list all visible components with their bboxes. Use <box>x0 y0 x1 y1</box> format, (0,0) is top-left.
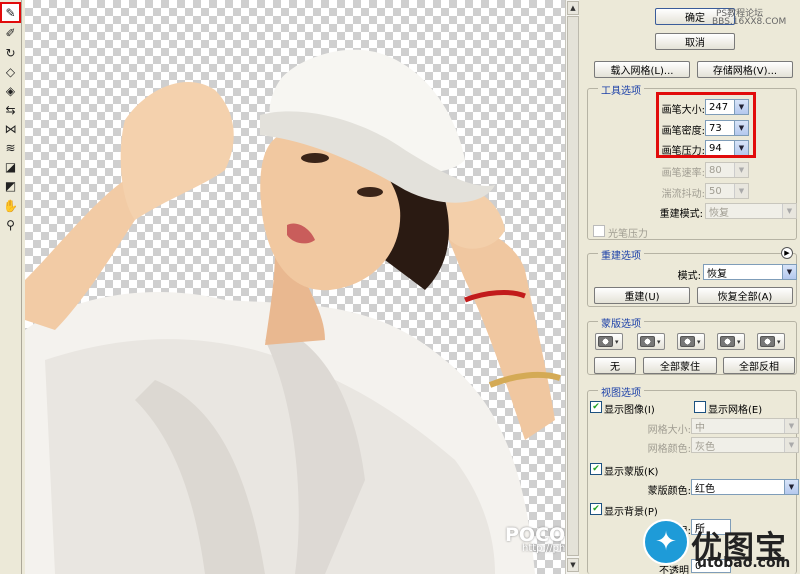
brand-url-watermark: utobao.com <box>697 555 791 571</box>
top-url-watermark: BBS.16XX8.COM <box>712 17 787 27</box>
zoom-tool-icon[interactable]: ⚲ <box>2 216 19 233</box>
chevron-down-icon: ▼ <box>784 419 798 433</box>
pucker-tool-icon[interactable]: ◇ <box>2 63 19 80</box>
turbulence-tool-icon[interactable]: ≋ <box>2 139 19 156</box>
chevron-down-icon[interactable]: ▼ <box>782 265 796 279</box>
show-backdrop-checkbox[interactable]: ✔ <box>590 503 602 515</box>
chevron-down-icon[interactable]: ▼ <box>784 480 798 494</box>
mask-invert-icon[interactable]: ▾ <box>757 333 785 350</box>
load-mesh-button[interactable]: 载入网格(L)... <box>594 61 690 78</box>
show-mesh-checkbox[interactable] <box>694 401 706 413</box>
reconstruct-button[interactable]: 重建(U) <box>594 287 690 304</box>
freeze-mask-tool-icon[interactable]: ◪ <box>2 158 19 175</box>
thaw-mask-tool-icon[interactable]: ◩ <box>2 177 19 194</box>
forward-warp-tool-icon[interactable]: ✎ <box>0 2 21 23</box>
scroll-down-icon[interactable]: ▼ <box>567 558 579 572</box>
chevron-down-icon: ▼ <box>782 204 796 218</box>
show-image-label: 显示图像(I) <box>604 405 655 416</box>
liquify-options-panel: 确定 取消 载入网格(L)... 存储网格(V)... 工具选项 画笔大小: 2… <box>581 0 800 574</box>
stylus-pressure-label: 光笔压力 <box>608 229 648 240</box>
mask-color-select[interactable]: 红色 ▼ <box>691 479 799 495</box>
show-mask-checkbox[interactable]: ✔ <box>590 463 602 475</box>
poco-url-watermark: http://photo.poco.cn/ <box>522 543 565 554</box>
mask-add-icon[interactable]: ▾ <box>637 333 665 350</box>
mode-select[interactable]: 恢复 ▼ <box>703 264 797 280</box>
reconstruct-mode-label: 重建模式: <box>659 209 703 220</box>
mask-intersect-icon[interactable]: ▾ <box>717 333 745 350</box>
push-left-tool-icon[interactable]: ⇆ <box>2 101 19 118</box>
mesh-size-label: 网格大小: <box>647 425 691 436</box>
chevron-down-icon: ▼ <box>784 438 798 452</box>
view-options-title: 视图选项 <box>598 384 644 399</box>
mirror-tool-icon[interactable]: ⋈ <box>2 120 19 137</box>
mesh-color-label: 网格颜色: <box>647 444 691 455</box>
scrollbar-thumb[interactable] <box>567 16 579 556</box>
brush-settings-highlight <box>656 92 756 158</box>
image-canvas[interactable]: POCO 摄影专题 http://photo.poco.cn/ <box>25 0 565 574</box>
reconstruct-options-title: 重建选项 <box>598 247 644 262</box>
cancel-button[interactable]: 取消 <box>655 33 735 50</box>
stylus-pressure-checkbox <box>593 225 605 237</box>
bloat-tool-icon[interactable]: ◈ <box>2 82 19 99</box>
tool-options-title: 工具选项 <box>598 82 644 97</box>
bird-logo-icon: ✦ <box>643 519 689 565</box>
scroll-up-icon[interactable]: ▲ <box>567 1 579 15</box>
mask-all-button[interactable]: 全部蒙住 <box>643 357 717 374</box>
mesh-color-select: 灰色 ▼ <box>691 437 799 453</box>
twirl-tool-icon[interactable]: ↻ <box>2 44 19 61</box>
chevron-down-icon: ▼ <box>734 163 748 177</box>
brush-rate-label: 画笔速率: <box>661 168 705 179</box>
reconstruct-menu-icon[interactable]: ▶ <box>781 247 793 259</box>
restore-all-button[interactable]: 恢复全部(A) <box>697 287 793 304</box>
show-image-checkbox[interactable]: ✔ <box>590 401 602 413</box>
turbulent-jitter-field: 50 ▼ <box>705 183 749 199</box>
reconstruct-tool-icon[interactable]: ✐ <box>2 24 19 41</box>
mask-none-button[interactable]: 无 <box>594 357 636 374</box>
canvas-vertical-scrollbar[interactable]: ▲ ▼ <box>565 0 579 574</box>
mask-subtract-icon[interactable]: ▾ <box>677 333 705 350</box>
show-mask-label: 显示蒙版(K) <box>604 467 659 478</box>
mesh-size-select: 中 ▼ <box>691 418 799 434</box>
show-mesh-label: 显示网格(E) <box>708 405 763 416</box>
mode-label: 模式: <box>677 271 701 282</box>
brush-rate-field: 80 ▼ <box>705 162 749 178</box>
invert-all-button[interactable]: 全部反相 <box>723 357 795 374</box>
reconstruct-mode-select: 恢复 ▼ <box>705 203 797 219</box>
turbulent-jitter-label: 湍流抖动: <box>661 189 705 200</box>
chevron-down-icon: ▼ <box>734 184 748 198</box>
save-mesh-button[interactable]: 存储网格(V)... <box>697 61 793 78</box>
hand-tool-icon[interactable]: ✋ <box>2 197 19 214</box>
portrait-photo <box>25 49 561 574</box>
mask-color-label: 蒙版颜色: <box>647 486 691 497</box>
mask-replace-icon[interactable]: ▾ <box>595 333 623 350</box>
mask-options-title: 蒙版选项 <box>598 315 644 330</box>
show-backdrop-label: 显示背景(P) <box>604 507 658 518</box>
